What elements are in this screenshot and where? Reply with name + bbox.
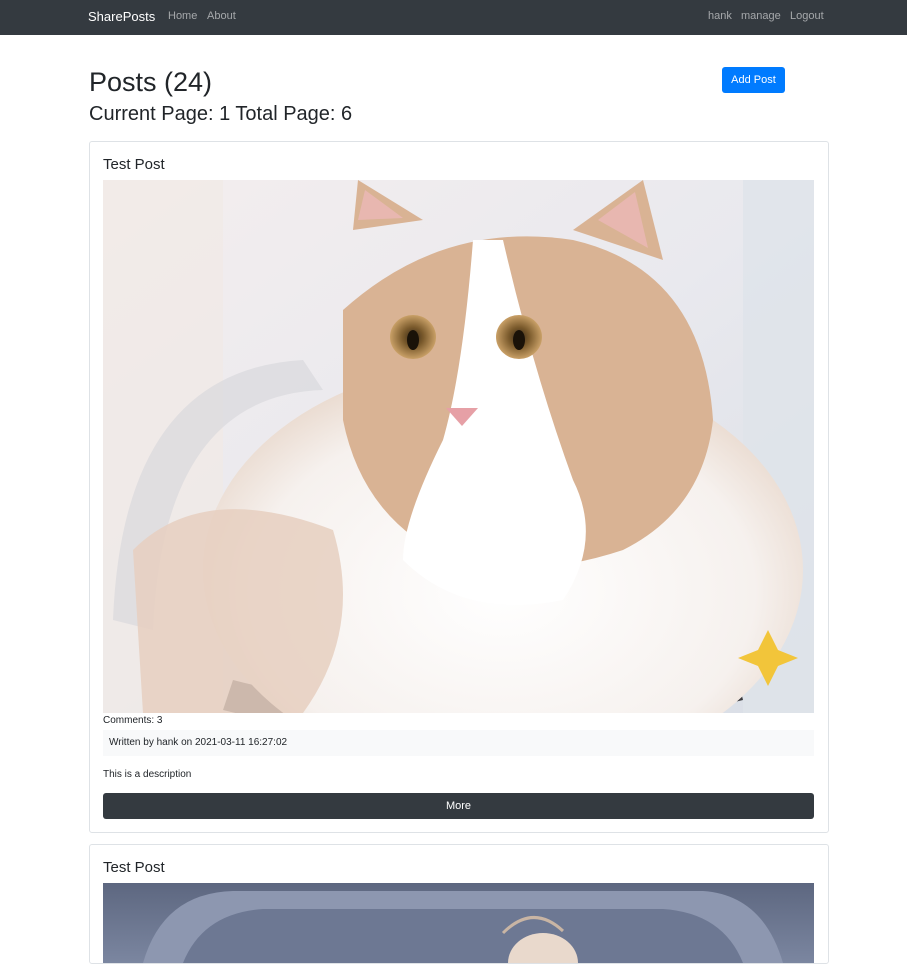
nav-user-link[interactable]: hank — [708, 10, 732, 22]
post-comments-count: Comments: 3 — [103, 715, 163, 726]
add-post-button[interactable]: Add Post — [722, 67, 785, 93]
nav-manage-link[interactable]: manage — [741, 10, 781, 22]
nav-home-link[interactable]: Home — [168, 10, 197, 22]
post-image — [103, 180, 814, 713]
post-description: This is a description — [103, 769, 192, 780]
brand-link[interactable]: SharePosts — [88, 9, 155, 24]
post-card: Test Post — [89, 844, 829, 964]
more-button[interactable]: More — [103, 793, 814, 819]
post-title: Test Post — [103, 859, 165, 876]
top-navbar: SharePosts Home About hank manage Logout — [0, 0, 907, 35]
post-image — [103, 883, 814, 963]
nav-about-link[interactable]: About — [207, 10, 236, 22]
page-title: Posts (24) — [89, 67, 213, 97]
post-card: Test Post — [89, 141, 829, 833]
pagination-info: Current Page: 1 Total Page: 6 — [89, 103, 353, 125]
nav-logout-link[interactable]: Logout — [790, 10, 824, 22]
post-title: Test Post — [103, 156, 165, 173]
post-meta: Written by hank on 2021-03-11 16:27:02 — [103, 730, 814, 756]
